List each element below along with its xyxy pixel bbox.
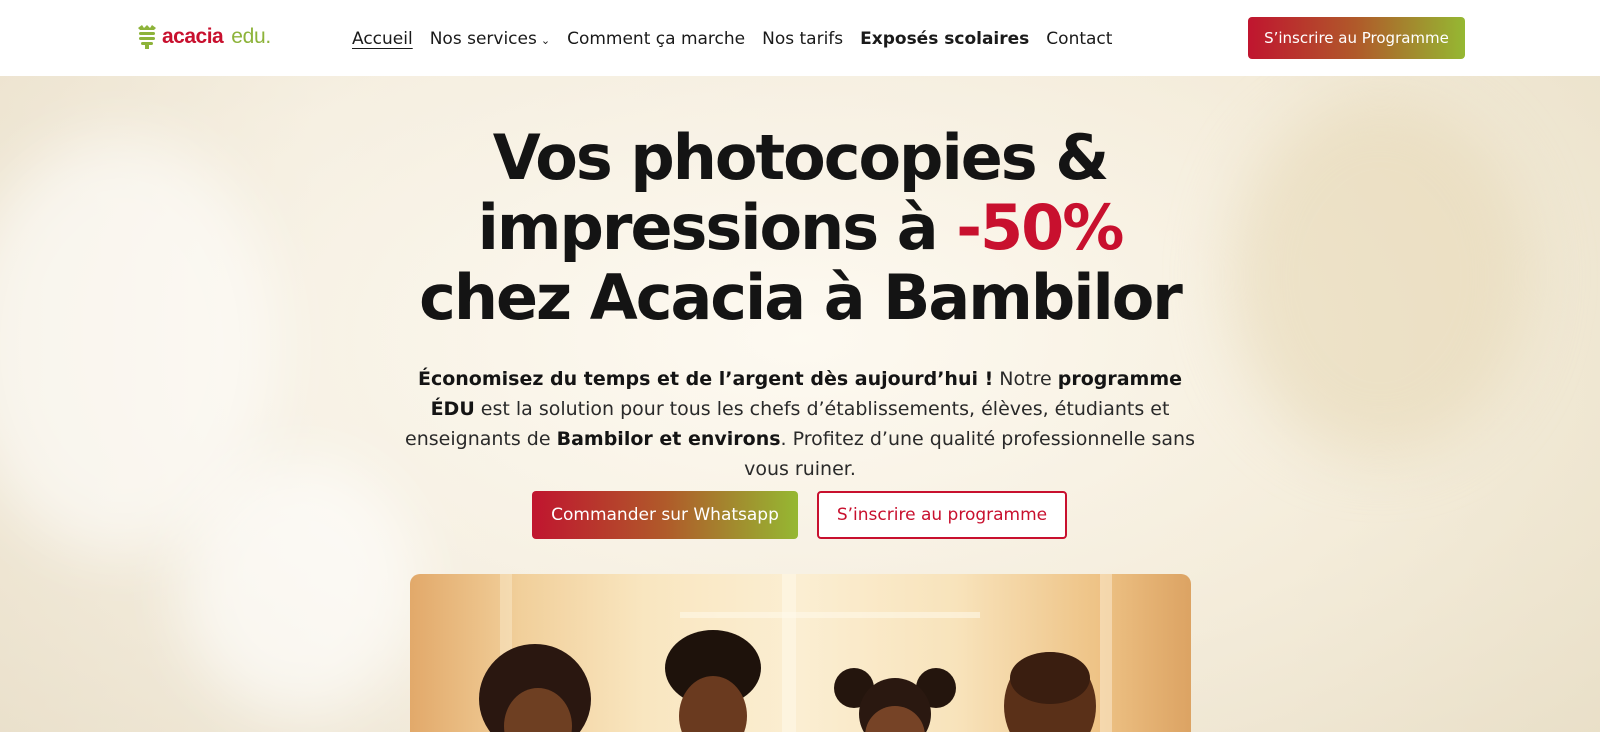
hero-subtitle-bold-3: Bambilor et environs [556,428,781,450]
nav-item-comment-ca-marche[interactable]: Comment ça marche [567,29,745,49]
nav-item-contact[interactable]: Contact [1046,29,1112,49]
hero-subtitle-text-1: Notre [993,368,1058,390]
window-frame [680,612,980,618]
register-program-button[interactable]: S’inscrire au programme [817,491,1067,539]
site-header: acacia edu. Accueil Nos services ⌄ Comme… [0,0,1600,76]
window-frame [782,574,796,732]
background-blur [180,456,420,716]
logo-suffix: edu. [231,25,271,48]
discount-highlight: -50% [956,191,1124,264]
nav-item-nos-services[interactable]: Nos services ⌄ [430,29,550,49]
register-header-button[interactable]: S’inscrire au Programme [1248,17,1465,59]
logo[interactable]: acacia edu. [136,22,271,52]
logo-brand: acacia [162,25,224,48]
hero-subtitle-text-3: . Profitez d’une qualité professionnelle… [744,428,1195,480]
chevron-down-icon: ⌄ [540,33,551,47]
person-man [1004,652,1096,732]
logo-mark-icon [138,25,156,49]
nav-item-label: Nos tarifs [762,29,844,49]
nav-item-exposes-scolaires[interactable]: Exposés scolaires [860,29,1029,49]
hero-subtitle-bold-1: Économisez du temps et de l’argent dès a… [417,368,994,390]
main-nav: Accueil Nos services ⌄ Comment ça marche… [352,26,1112,52]
hero-title-line-3: chez Acacia à Bambilor [419,261,1183,334]
nav-item-label: Exposés scolaires [860,29,1030,49]
nav-item-label: Contact [1046,29,1113,49]
nav-item-accueil[interactable]: Accueil [352,29,413,49]
family-photo [410,574,1191,732]
person-boy [665,630,761,732]
hero-title: Vos photocopies & impressions à -50% che… [300,123,1300,333]
hero-subtitle: Économisez du temps et de l’argent dès a… [400,364,1200,484]
order-whatsapp-button[interactable]: Commander sur Whatsapp [532,491,798,539]
hero-section: Vos photocopies & impressions à -50% che… [0,76,1600,732]
person-girl [834,668,956,732]
nav-item-label: Nos services [429,29,537,49]
hero-title-line-2-prefix: impressions à [477,191,957,264]
hero-title-line-1: Vos photocopies & [492,121,1110,194]
nav-item-label: Comment ça marche [567,29,746,49]
person-woman [479,644,591,732]
nav-item-label: Accueil [352,29,413,49]
nav-item-nos-tarifs[interactable]: Nos tarifs [762,29,843,49]
